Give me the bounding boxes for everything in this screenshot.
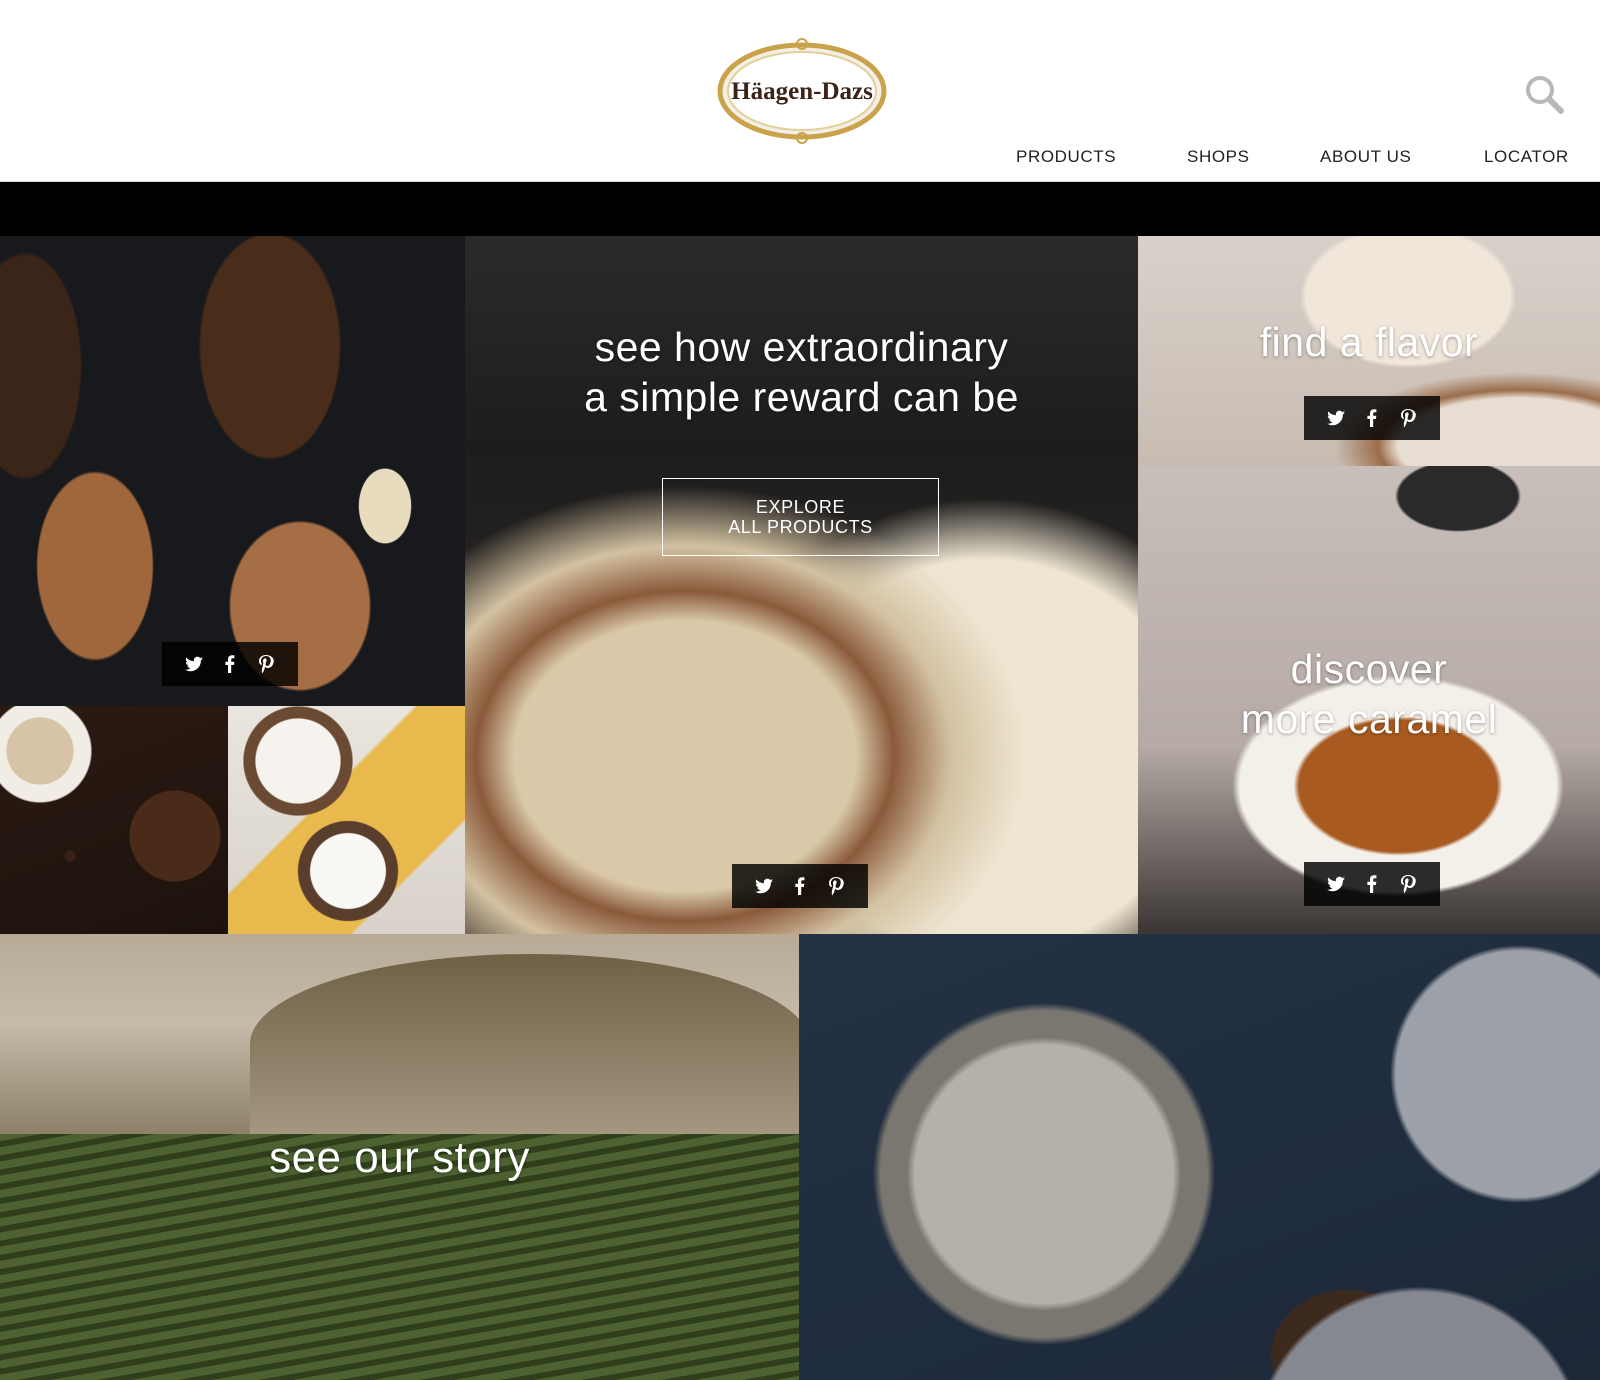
chocolate-cake-tile[interactable] bbox=[799, 934, 1600, 1380]
find-a-flavor-title: find a flavor bbox=[1259, 319, 1479, 365]
pinterest-icon[interactable] bbox=[1398, 408, 1418, 428]
site-header: Häagen-Dazs PRODUCTS SHOPS ABOUT US LOCA… bbox=[0, 0, 1600, 182]
hero-title-line-2: a simple reward can be bbox=[584, 374, 1019, 420]
facebook-icon[interactable] bbox=[1362, 408, 1382, 428]
hero-title-line-1: see how extraordinary bbox=[594, 324, 1009, 370]
search-icon[interactable] bbox=[1522, 72, 1566, 116]
pinterest-icon[interactable] bbox=[1398, 874, 1418, 894]
nav-locator[interactable]: LOCATOR bbox=[1484, 147, 1569, 167]
misty-hill bbox=[250, 954, 799, 1134]
pinterest-icon[interactable] bbox=[826, 876, 846, 896]
caramel-title-line-2: more caramel bbox=[1240, 696, 1498, 742]
twitter-icon[interactable] bbox=[1326, 874, 1346, 894]
logo-wordmark: Häagen-Dazs bbox=[731, 78, 873, 105]
banner-strip bbox=[0, 182, 1600, 236]
twitter-icon[interactable] bbox=[754, 876, 774, 896]
facebook-icon[interactable] bbox=[220, 654, 240, 674]
hero-tile: see how extraordinary a simple reward ca… bbox=[465, 236, 1138, 934]
explore-all-products-button[interactable]: EXPLORE ALL PRODUCTS bbox=[662, 478, 939, 556]
facebook-icon[interactable] bbox=[1362, 874, 1382, 894]
coffee-beans-tile[interactable] bbox=[0, 706, 228, 934]
nav-shops[interactable]: SHOPS bbox=[1187, 147, 1250, 167]
share-bar bbox=[1304, 396, 1440, 440]
caramel-title-line-1: discover bbox=[1290, 646, 1448, 692]
facebook-icon[interactable] bbox=[790, 876, 810, 896]
hero-title: see how extraordinary a simple reward ca… bbox=[465, 322, 1138, 422]
find-a-flavor-tile[interactable]: find a flavor bbox=[1138, 236, 1600, 466]
see-our-story-title: see our story bbox=[269, 1133, 530, 1182]
ice-cream-bars-tile[interactable] bbox=[0, 236, 465, 706]
share-bar bbox=[732, 864, 868, 908]
brand-logo[interactable]: Häagen-Dazs bbox=[716, 36, 888, 146]
explore-button-line-2: ALL PRODUCTS bbox=[728, 517, 873, 537]
nav-products[interactable]: PRODUCTS bbox=[1016, 147, 1116, 167]
explore-button-line-1: EXPLORE bbox=[755, 497, 846, 517]
share-bar bbox=[162, 642, 298, 686]
discover-more-caramel-tile[interactable]: discover more caramel bbox=[1138, 466, 1600, 934]
coconut-pineapple-tile[interactable] bbox=[228, 706, 465, 934]
twitter-icon[interactable] bbox=[1326, 408, 1346, 428]
pinterest-icon[interactable] bbox=[256, 654, 276, 674]
caramel-title: discover more caramel bbox=[1138, 644, 1600, 744]
share-bar bbox=[1304, 862, 1440, 906]
see-our-story-tile[interactable]: see our story bbox=[0, 934, 799, 1380]
twitter-icon[interactable] bbox=[184, 654, 204, 674]
nav-about-us[interactable]: ABOUT US bbox=[1320, 147, 1411, 167]
